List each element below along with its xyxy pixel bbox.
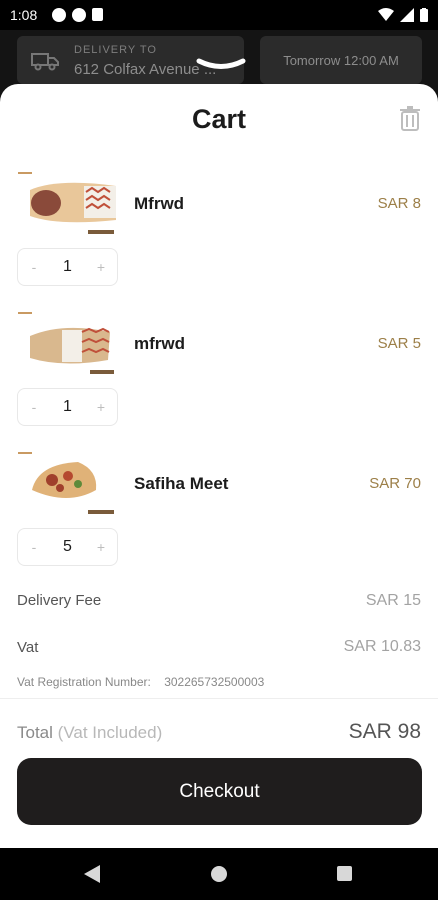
back-icon[interactable]	[84, 865, 100, 883]
system-icons	[378, 8, 428, 22]
vat-value: SAR 10.83	[343, 638, 421, 655]
shawarma-roll-image	[18, 312, 114, 374]
status-time: 1:08	[10, 7, 38, 23]
total-value: SAR 98	[348, 720, 421, 743]
decrease-button[interactable]: -	[18, 399, 50, 415]
item-price: SAR 8	[377, 195, 421, 212]
vat-label: Vat	[17, 639, 39, 656]
cart-sheet: Cart Mfrwd SAR 8 - 1 + mfrwd SAR 5 - 1 +…	[0, 84, 438, 848]
item-price: SAR 5	[377, 335, 421, 352]
quantity-value: 1	[63, 398, 72, 415]
increase-button[interactable]: +	[85, 259, 117, 275]
safiha-flatbread-image	[18, 452, 114, 514]
item-price: SAR 70	[369, 475, 421, 492]
wifi-icon	[378, 8, 394, 21]
status-bar: 1:08	[0, 0, 438, 30]
quantity-stepper: - 5 +	[17, 528, 118, 566]
decrease-button[interactable]: -	[18, 259, 50, 275]
decrease-button[interactable]: -	[18, 539, 50, 555]
total-label: Total (Vat Included)	[17, 723, 162, 743]
home-icon[interactable]	[211, 866, 227, 882]
notification-play-icon	[72, 8, 86, 22]
cart-title: Cart	[191, 104, 246, 134]
increase-button[interactable]: +	[85, 539, 117, 555]
sheet-drag-handle-icon[interactable]	[196, 58, 246, 72]
notification-icons	[52, 8, 103, 22]
notification-app-icon	[52, 8, 66, 22]
sd-card-icon	[92, 8, 103, 21]
cart-item: Safiha Meet SAR 70 - 5 +	[0, 450, 438, 580]
item-name: Mfrwd	[134, 194, 185, 213]
delivery-label: DELIVERY TO	[74, 44, 157, 56]
delivery-fee-label: Delivery Fee	[17, 592, 102, 609]
signal-icon	[400, 8, 414, 22]
system-nav-bar	[0, 848, 438, 900]
vat-registration: Vat Registration Number: 302265732500003	[17, 675, 264, 689]
trash-icon[interactable]	[399, 106, 421, 131]
increase-button[interactable]: +	[85, 399, 117, 415]
vat-reg-label: Vat Registration Number:	[17, 675, 151, 689]
delivery-time-selector[interactable]: Tomorrow 12:00 AM	[260, 36, 422, 84]
shawarma-wrap-image	[18, 172, 116, 234]
quantity-value: 1	[63, 258, 72, 275]
cart-item: Mfrwd SAR 8 - 1 +	[0, 170, 438, 300]
item-name: Safiha Meet	[134, 474, 229, 493]
recents-icon[interactable]	[337, 866, 352, 881]
battery-icon	[420, 8, 428, 22]
item-name: mfrwd	[134, 334, 185, 353]
total-label-text: Total	[17, 723, 53, 742]
cart-item: mfrwd SAR 5 - 1 +	[0, 310, 438, 440]
divider	[0, 698, 438, 699]
vat-reg-number: 302265732500003	[164, 675, 265, 689]
total-vat-note: (Vat Included)	[57, 723, 163, 742]
quantity-stepper: - 1 +	[17, 248, 118, 286]
quantity-stepper: - 1 +	[17, 388, 118, 426]
delivery-fee-value: SAR 15	[365, 592, 421, 609]
quantity-value: 5	[63, 538, 72, 555]
checkout-button[interactable]: Checkout	[17, 758, 422, 825]
delivery-truck-icon	[31, 53, 59, 71]
